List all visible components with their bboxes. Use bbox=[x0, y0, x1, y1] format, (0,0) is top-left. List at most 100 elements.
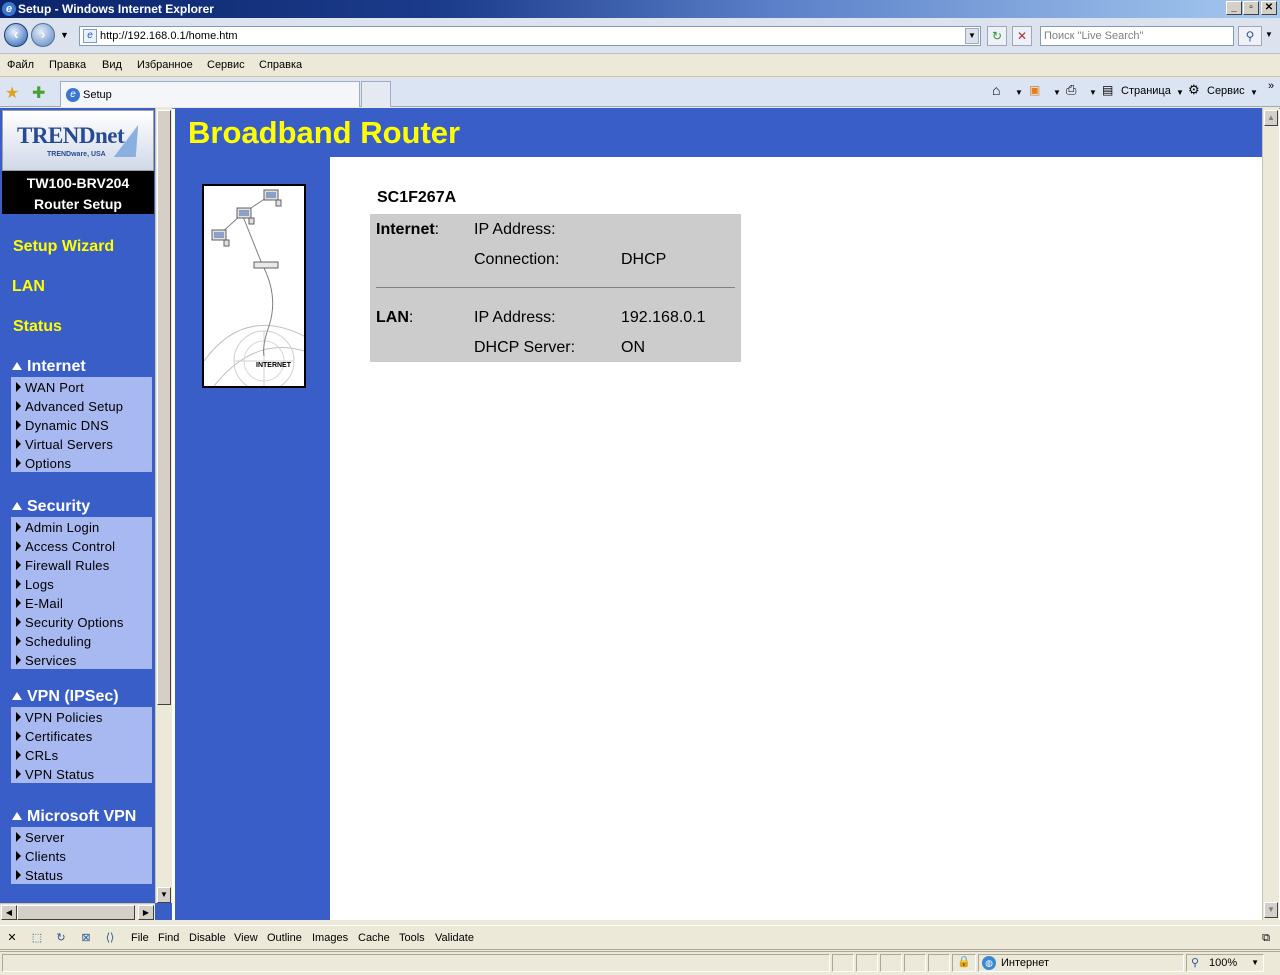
zoom-dropdown-icon[interactable]: ▼ bbox=[1251, 958, 1259, 967]
favorites-star-icon[interactable]: ★ bbox=[5, 83, 19, 103]
nav-status[interactable]: Status bbox=[13, 318, 62, 336]
history-dropdown-icon[interactable]: ▼ bbox=[60, 30, 69, 40]
network-diagram-image: INTERNET bbox=[202, 184, 306, 388]
left-vertical-scrollbar[interactable]: ▼ bbox=[155, 108, 172, 903]
nav-crls[interactable]: CRLs bbox=[11, 745, 152, 764]
scroll-left-arrow-icon[interactable]: ◀ bbox=[1, 905, 17, 920]
zoom-control[interactable]: ⚲ 100% ▼ bbox=[1186, 954, 1264, 972]
nav-msvpn-status[interactable]: Status bbox=[11, 865, 152, 884]
address-input[interactable]: e http://192.168.0.1/home.htm ▼ bbox=[79, 26, 981, 46]
scroll-up-arrow-icon[interactable]: ▲ bbox=[1264, 110, 1278, 126]
devbar-view[interactable]: View bbox=[234, 932, 258, 944]
devbar-cache[interactable]: Cache bbox=[358, 932, 390, 944]
refresh-icon[interactable]: ↻ bbox=[987, 26, 1007, 46]
minimize-button[interactable]: _ bbox=[1226, 1, 1242, 15]
main-header: Broadband Router bbox=[175, 108, 1262, 157]
devbar-outline[interactable]: Outline bbox=[267, 932, 302, 944]
arrow-right-icon bbox=[16, 382, 21, 392]
devbar-file[interactable]: File bbox=[131, 932, 149, 944]
print-dropdown-icon[interactable]: ▼ bbox=[1089, 88, 1097, 97]
address-dropdown-icon[interactable]: ▼ bbox=[965, 28, 979, 44]
nav-server[interactable]: Server bbox=[11, 827, 152, 846]
devbar-disable[interactable]: Disable bbox=[189, 932, 226, 944]
status-message bbox=[2, 954, 830, 972]
restore-toolbar-icon[interactable]: ⧉ bbox=[1259, 931, 1273, 945]
nav-setup-wizard[interactable]: Setup Wizard bbox=[13, 238, 114, 256]
close-toolbar-icon[interactable]: ✕ bbox=[5, 931, 19, 945]
search-input[interactable]: Поиск "Live Search" bbox=[1040, 26, 1234, 46]
nav-virtual-servers[interactable]: Virtual Servers bbox=[11, 434, 152, 453]
search-options-icon[interactable]: ▼ bbox=[1265, 30, 1273, 39]
clear-cache-icon[interactable]: ⊠ bbox=[79, 931, 93, 945]
nav-firewall-rules[interactable]: Firewall Rules bbox=[11, 555, 152, 574]
main-vertical-scrollbar[interactable]: ▲ ▼ bbox=[1262, 108, 1279, 920]
view-source-icon[interactable]: ⟨⟩ bbox=[103, 931, 117, 945]
page-dropdown-icon[interactable]: ▼ bbox=[1176, 88, 1184, 97]
home-icon[interactable]: ⌂ bbox=[992, 82, 1000, 98]
refresh-icon[interactable]: ↻ bbox=[54, 931, 68, 945]
arrow-right-icon bbox=[16, 439, 21, 449]
zone-indicator[interactable]: ◍ Интернет bbox=[978, 954, 1184, 972]
scroll-right-arrow-icon[interactable]: ▶ bbox=[138, 905, 154, 920]
close-button[interactable]: ✕ bbox=[1261, 1, 1277, 15]
scroll-down-arrow-icon[interactable]: ▼ bbox=[157, 887, 171, 903]
nav-logs[interactable]: Logs bbox=[11, 574, 152, 593]
nav-vpn-policies[interactable]: VPN Policies bbox=[11, 707, 152, 726]
feeds-icon[interactable]: ▣ bbox=[1029, 83, 1040, 97]
devbar-images[interactable]: Images bbox=[312, 932, 348, 944]
nav-email[interactable]: E-Mail bbox=[11, 593, 152, 612]
left-scroll-thumb[interactable] bbox=[157, 110, 171, 705]
maximize-button[interactable]: ▫ bbox=[1243, 1, 1259, 15]
devbar-validate[interactable]: Validate bbox=[435, 932, 474, 944]
nav-lan[interactable]: LAN bbox=[12, 278, 45, 296]
devbar-tools[interactable]: Tools bbox=[399, 932, 425, 944]
forward-button[interactable]: › bbox=[31, 23, 55, 47]
nav-security-options[interactable]: Security Options bbox=[11, 612, 152, 631]
section-vpn-ipsec[interactable]: VPN (IPSec) bbox=[12, 688, 119, 706]
feeds-dropdown-icon[interactable]: ▼ bbox=[1053, 88, 1061, 97]
status-bar: 🔒 ◍ Интернет ⚲ 100% ▼ bbox=[0, 951, 1280, 975]
menu-help[interactable]: Справка bbox=[259, 59, 302, 71]
section-security[interactable]: Security bbox=[12, 498, 90, 516]
scroll-down-arrow-icon[interactable]: ▼ bbox=[1264, 902, 1278, 918]
nav-wan-port[interactable]: WAN Port bbox=[11, 377, 152, 396]
tab-setup[interactable]: e Setup bbox=[60, 81, 360, 107]
print-icon[interactable]: ⎙ bbox=[1066, 82, 1076, 98]
nav-certificates[interactable]: Certificates bbox=[11, 726, 152, 745]
new-tab-button[interactable] bbox=[361, 81, 391, 107]
nav-dynamic-dns[interactable]: Dynamic DNS bbox=[11, 415, 152, 434]
stop-icon[interactable]: ✕ bbox=[1012, 26, 1032, 46]
page-menu[interactable]: Страница bbox=[1121, 85, 1171, 97]
menu-tools[interactable]: Сервис bbox=[207, 59, 245, 71]
tools-menu[interactable]: Сервис bbox=[1207, 85, 1245, 97]
home-dropdown-icon[interactable]: ▼ bbox=[1015, 88, 1023, 97]
section-microsoft-vpn[interactable]: Microsoft VPN bbox=[12, 808, 136, 826]
back-button[interactable]: ‹ bbox=[4, 23, 28, 47]
nav-admin-login[interactable]: Admin Login bbox=[11, 517, 152, 536]
protected-mode-icon[interactable]: 🔒 bbox=[952, 954, 976, 972]
nav-scheduling[interactable]: Scheduling bbox=[11, 631, 152, 650]
internet-row-label: Internet: bbox=[376, 221, 440, 238]
menu-file[interactable]: Файл bbox=[7, 59, 34, 71]
left-hscroll-thumb[interactable] bbox=[17, 905, 135, 920]
nav-advanced-setup[interactable]: Advanced Setup bbox=[11, 396, 152, 415]
section-internet[interactable]: Internet bbox=[12, 358, 86, 376]
nav-vpn-status[interactable]: VPN Status bbox=[11, 764, 152, 783]
select-element-icon[interactable]: ⬚ bbox=[30, 931, 44, 945]
vpn-submenu: VPN Policies Certificates CRLs VPN Statu… bbox=[11, 707, 152, 783]
nav-options[interactable]: Options bbox=[11, 453, 152, 472]
devbar-find[interactable]: Find bbox=[158, 932, 179, 944]
tab-page-icon: e bbox=[66, 88, 80, 102]
tools-dropdown-icon[interactable]: ▼ bbox=[1250, 88, 1258, 97]
menu-view[interactable]: Вид bbox=[102, 59, 122, 71]
search-icon[interactable]: ⚲ bbox=[1238, 26, 1262, 46]
nav-clients[interactable]: Clients bbox=[11, 846, 152, 865]
menu-favorites[interactable]: Избранное bbox=[137, 59, 193, 71]
nav-access-control[interactable]: Access Control bbox=[11, 536, 152, 555]
left-horizontal-scrollbar[interactable]: ◀ ▶ bbox=[0, 903, 155, 920]
nav-services[interactable]: Services bbox=[11, 650, 152, 669]
menu-edit[interactable]: Правка bbox=[49, 59, 86, 71]
add-favorites-icon[interactable]: ✚ bbox=[32, 83, 45, 103]
chevron-more-icon[interactable]: » bbox=[1268, 80, 1274, 92]
zone-label: Интернет bbox=[1001, 957, 1049, 969]
